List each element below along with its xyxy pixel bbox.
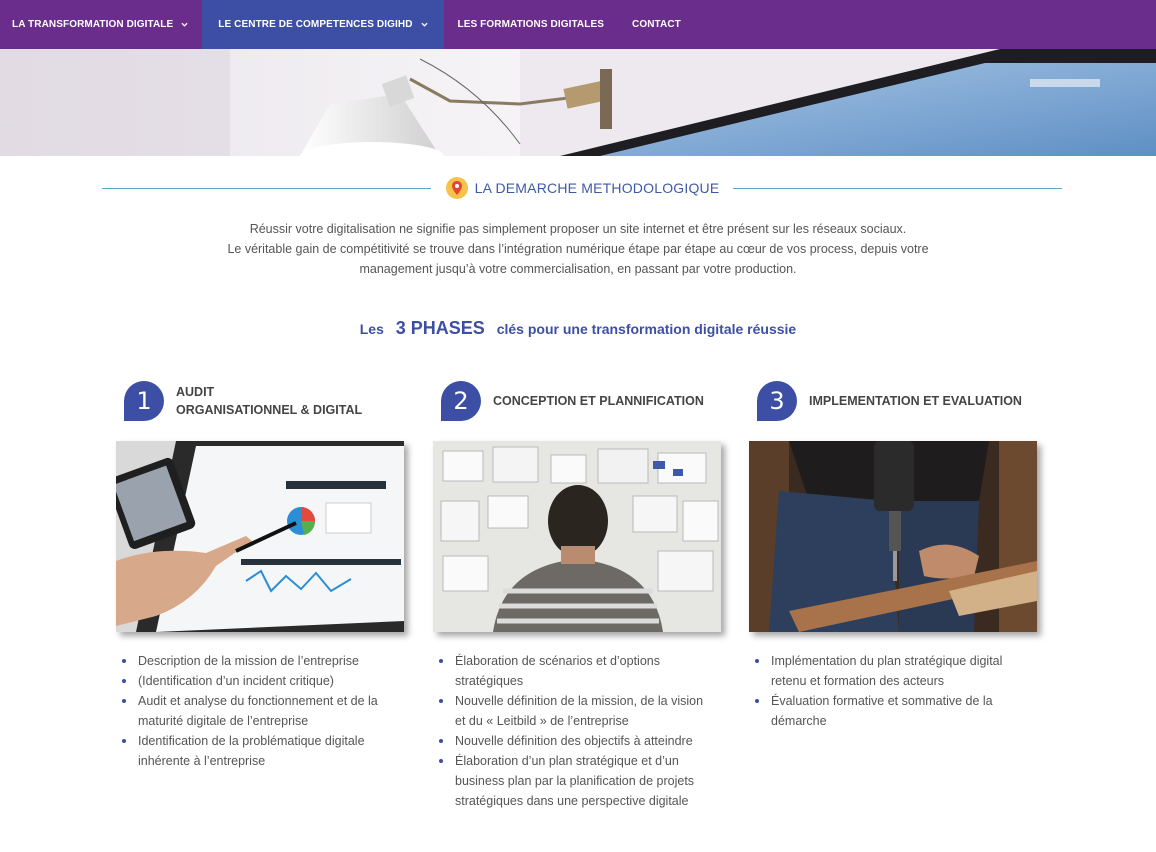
nav-item-contact[interactable]: CONTACT	[618, 0, 695, 49]
divider-line	[733, 187, 1063, 189]
phases-heading-highlight: 3 PHASES	[395, 318, 485, 338]
list-item: Implémentation du plan stratégique digit…	[749, 651, 1029, 691]
list-item: Audit et analyse du fonctionnement et de…	[116, 691, 396, 731]
section-title-center: LA DEMARCHE METHODOLOGIQUE	[431, 176, 734, 200]
location-pin-icon	[445, 177, 468, 199]
phase-items-list: Description de la mission de l’entrepris…	[116, 651, 396, 771]
phase-number-badge: 3	[757, 381, 797, 421]
nav-item-formations-digitales[interactable]: LES FORMATIONS DIGITALES	[444, 0, 618, 49]
tablet-analytics-image	[116, 441, 404, 632]
list-item: Nouvelle définition de la mission, de la…	[433, 691, 713, 731]
phase-title: AUDIT ORGANISATIONNEL & DIGITAL	[176, 378, 362, 424]
list-item: Élaboration d’un plan stratégique et d’u…	[433, 751, 713, 811]
phase-title-line: AUDIT	[176, 385, 215, 399]
planning-wall-image	[433, 441, 721, 632]
main-nav: LA TRANSFORMATION DIGITALE LE CENTRE DE …	[0, 0, 1156, 49]
phase-title: IMPLEMENTATION ET EVALUATION	[809, 378, 1022, 424]
chevron-down-icon	[181, 22, 188, 27]
divider-line	[102, 187, 431, 189]
phase-card-2: 2 CONCEPTION ET PLANNIFICATION Élaborati…	[433, 378, 733, 808]
intro-line: management jusqu’à votre commercialisati…	[359, 262, 797, 276]
phases-heading: Les 3 PHASES clés pour une transformatio…	[0, 318, 1156, 339]
phase-title: CONCEPTION ET PLANNIFICATION	[493, 378, 704, 424]
list-item: (Identification d’un incident critique)	[116, 671, 396, 691]
phases-heading-prefix: Les	[359, 321, 384, 337]
drilling-wood-image	[749, 441, 1037, 632]
phase-title-line: CONCEPTION ET PLANNIFICATION	[493, 394, 704, 408]
list-item: Description de la mission de l’entrepris…	[116, 651, 396, 671]
nav-item-transformation-digitale[interactable]: LA TRANSFORMATION DIGITALE	[0, 0, 202, 49]
list-item: Élaboration de scénarios et d’options st…	[433, 651, 713, 691]
hero-banner-image	[0, 49, 1156, 156]
phase-items-list: Implémentation du plan stratégique digit…	[749, 651, 1029, 731]
intro-paragraph: Réussir votre digitalisation ne signifie…	[178, 219, 978, 279]
section-title-bar: LA DEMARCHE METHODOLOGIQUE	[102, 174, 1063, 202]
phase-card-1: 1 AUDIT ORGANISATIONNEL & DIGITAL Descri…	[116, 378, 416, 768]
phase-number-badge: 2	[441, 381, 481, 421]
section-title: LA DEMARCHE METHODOLOGIQUE	[474, 180, 720, 196]
intro-line: Réussir votre digitalisation ne signifie…	[249, 222, 907, 236]
chevron-down-icon	[420, 22, 428, 27]
nav-item-label: LES FORMATIONS DIGITALES	[457, 19, 605, 30]
phase-title-line: IMPLEMENTATION ET EVALUATION	[809, 394, 1022, 408]
phase-items-list: Élaboration de scénarios et d’options st…	[433, 651, 713, 811]
phase-card-3: 3 IMPLEMENTATION ET EVALUATION Implément…	[749, 378, 1049, 728]
nav-item-label: LE CENTRE DE COMPETENCES DIGIHD	[218, 19, 413, 30]
list-item: Identification de la problématique digit…	[116, 731, 396, 771]
phases-heading-suffix: clés pour une transformation digitale ré…	[496, 321, 797, 337]
nav-item-label: LA TRANSFORMATION DIGITALE	[12, 19, 174, 30]
nav-item-label: CONTACT	[632, 19, 681, 30]
intro-line: Le véritable gain de compétitivité se tr…	[227, 242, 929, 256]
list-item: Nouvelle définition des objectifs à atte…	[433, 731, 713, 751]
nav-item-centre-competences[interactable]: LE CENTRE DE COMPETENCES DIGIHD	[202, 0, 444, 49]
phase-header: 3 IMPLEMENTATION ET EVALUATION	[749, 378, 1049, 428]
phase-header: 1 AUDIT ORGANISATIONNEL & DIGITAL	[116, 378, 416, 428]
phase-number-badge: 1	[124, 381, 164, 421]
phase-title-line: ORGANISATIONNEL & DIGITAL	[176, 403, 363, 417]
phase-header: 2 CONCEPTION ET PLANNIFICATION	[433, 378, 733, 428]
list-item: Évaluation formative et sommative de la …	[749, 691, 1029, 731]
